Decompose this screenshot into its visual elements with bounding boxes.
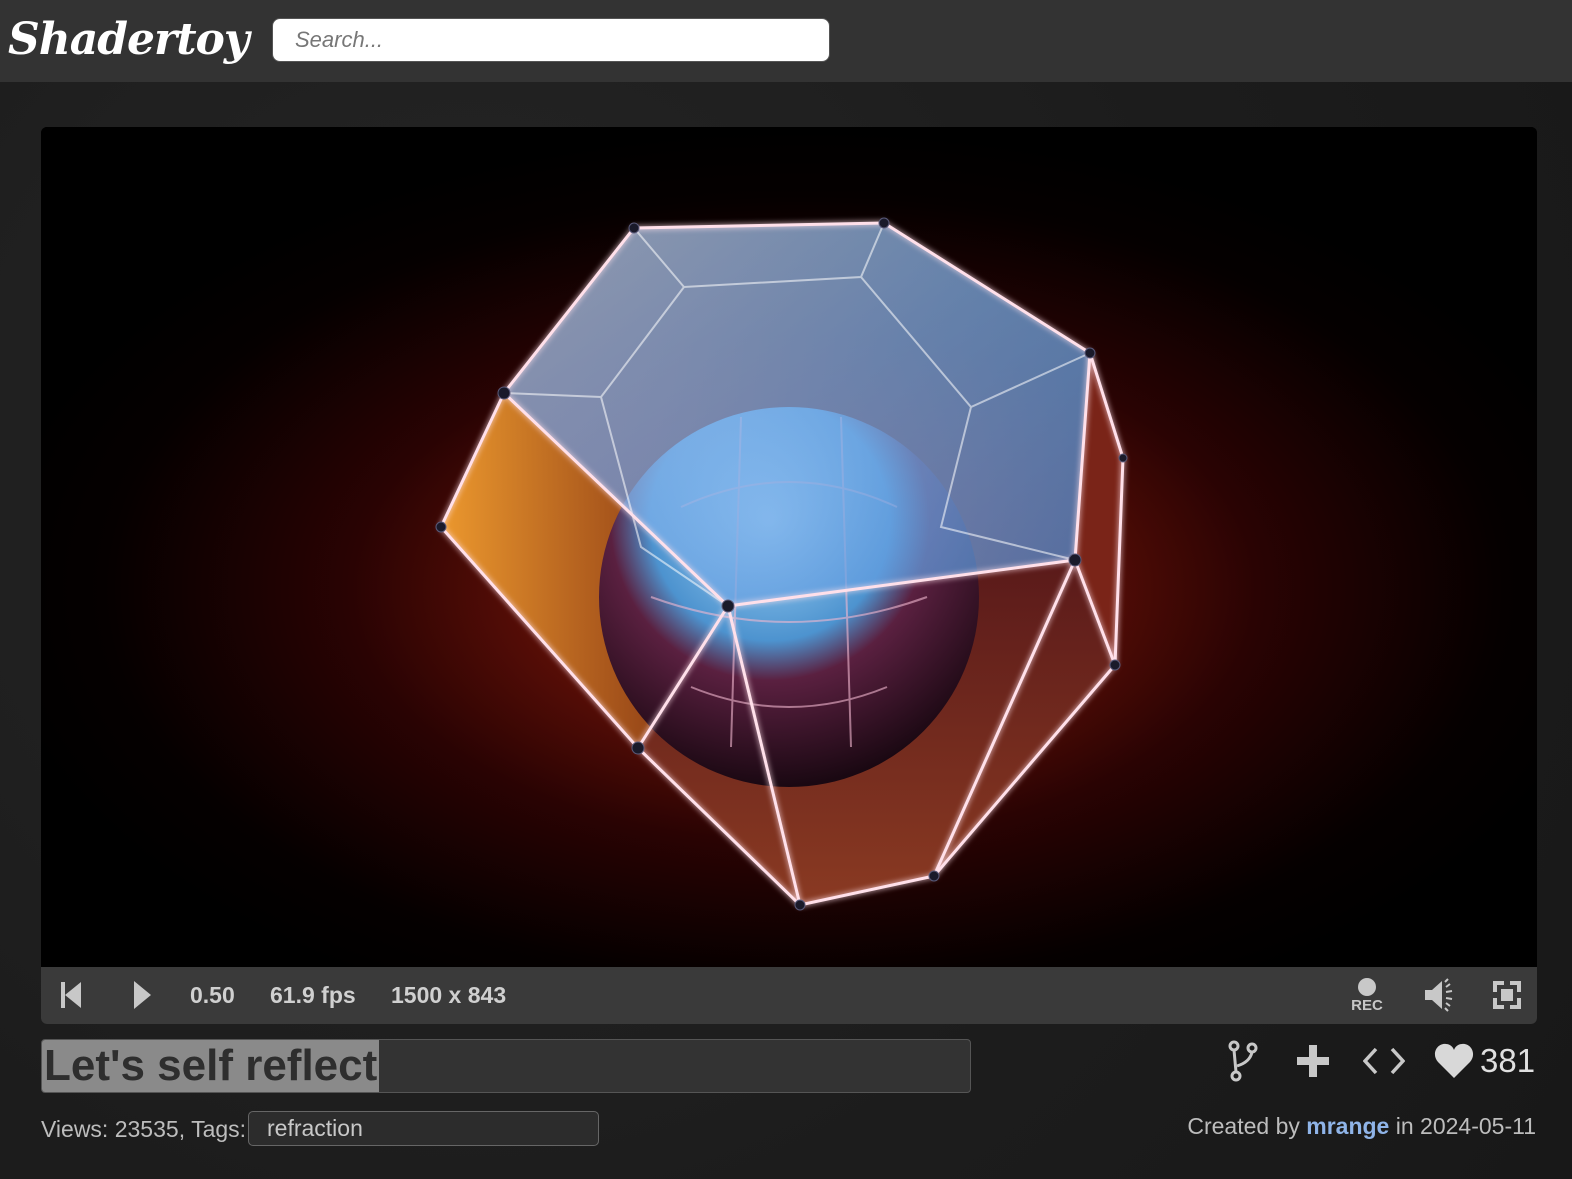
- search-input[interactable]: [272, 18, 830, 62]
- likes-count: 381: [1480, 1042, 1536, 1079]
- created-date: 2024-05-11: [1420, 1113, 1536, 1139]
- player-controls: 0.50 61.9 fps 1500 x 843 REC: [41, 967, 1537, 1024]
- add-playlist-icon[interactable]: [1294, 1036, 1332, 1086]
- time-display: 0.50: [190, 982, 235, 1008]
- rec-label: REC: [1351, 996, 1383, 1014]
- rewind-icon[interactable]: [55, 975, 87, 1015]
- views-label: Views:: [41, 1116, 109, 1142]
- shader-title-field[interactable]: Let's self reflect: [41, 1039, 971, 1093]
- shadertoy-logo[interactable]: Shadertoy: [8, 12, 249, 68]
- play-icon[interactable]: [127, 975, 157, 1015]
- tags-field[interactable]: refraction: [248, 1111, 599, 1146]
- created-info: Created by mrange in 2024-05-11: [1187, 1108, 1536, 1144]
- embed-code-icon[interactable]: [1360, 1036, 1408, 1086]
- created-in: in: [1395, 1113, 1414, 1139]
- shader-meta: Views: 23535, Tags:: [41, 1116, 247, 1142]
- top-bar: Shadertoy: [0, 0, 1572, 82]
- tags-label: Tags:: [191, 1116, 247, 1142]
- resolution-display: 1500 x 843: [391, 982, 507, 1008]
- record-button[interactable]: REC: [1345, 975, 1389, 1015]
- fork-icon[interactable]: [1222, 1036, 1262, 1086]
- shader-player: 0.50 61.9 fps 1500 x 843 REC: [41, 127, 1537, 1024]
- heart-icon[interactable]: [1432, 1036, 1476, 1086]
- views-count: 23535: [114, 1116, 179, 1142]
- volume-icon[interactable]: [1421, 975, 1461, 1015]
- shader-title: Let's self reflect: [42, 1040, 380, 1092]
- author-link[interactable]: mrange: [1306, 1113, 1389, 1139]
- fps-display: 61.9 fps: [270, 982, 356, 1008]
- fullscreen-icon[interactable]: [1491, 975, 1523, 1015]
- created-prefix: Created by: [1187, 1113, 1300, 1139]
- record-icon: [1358, 977, 1376, 996]
- shader-canvas[interactable]: [41, 127, 1537, 967]
